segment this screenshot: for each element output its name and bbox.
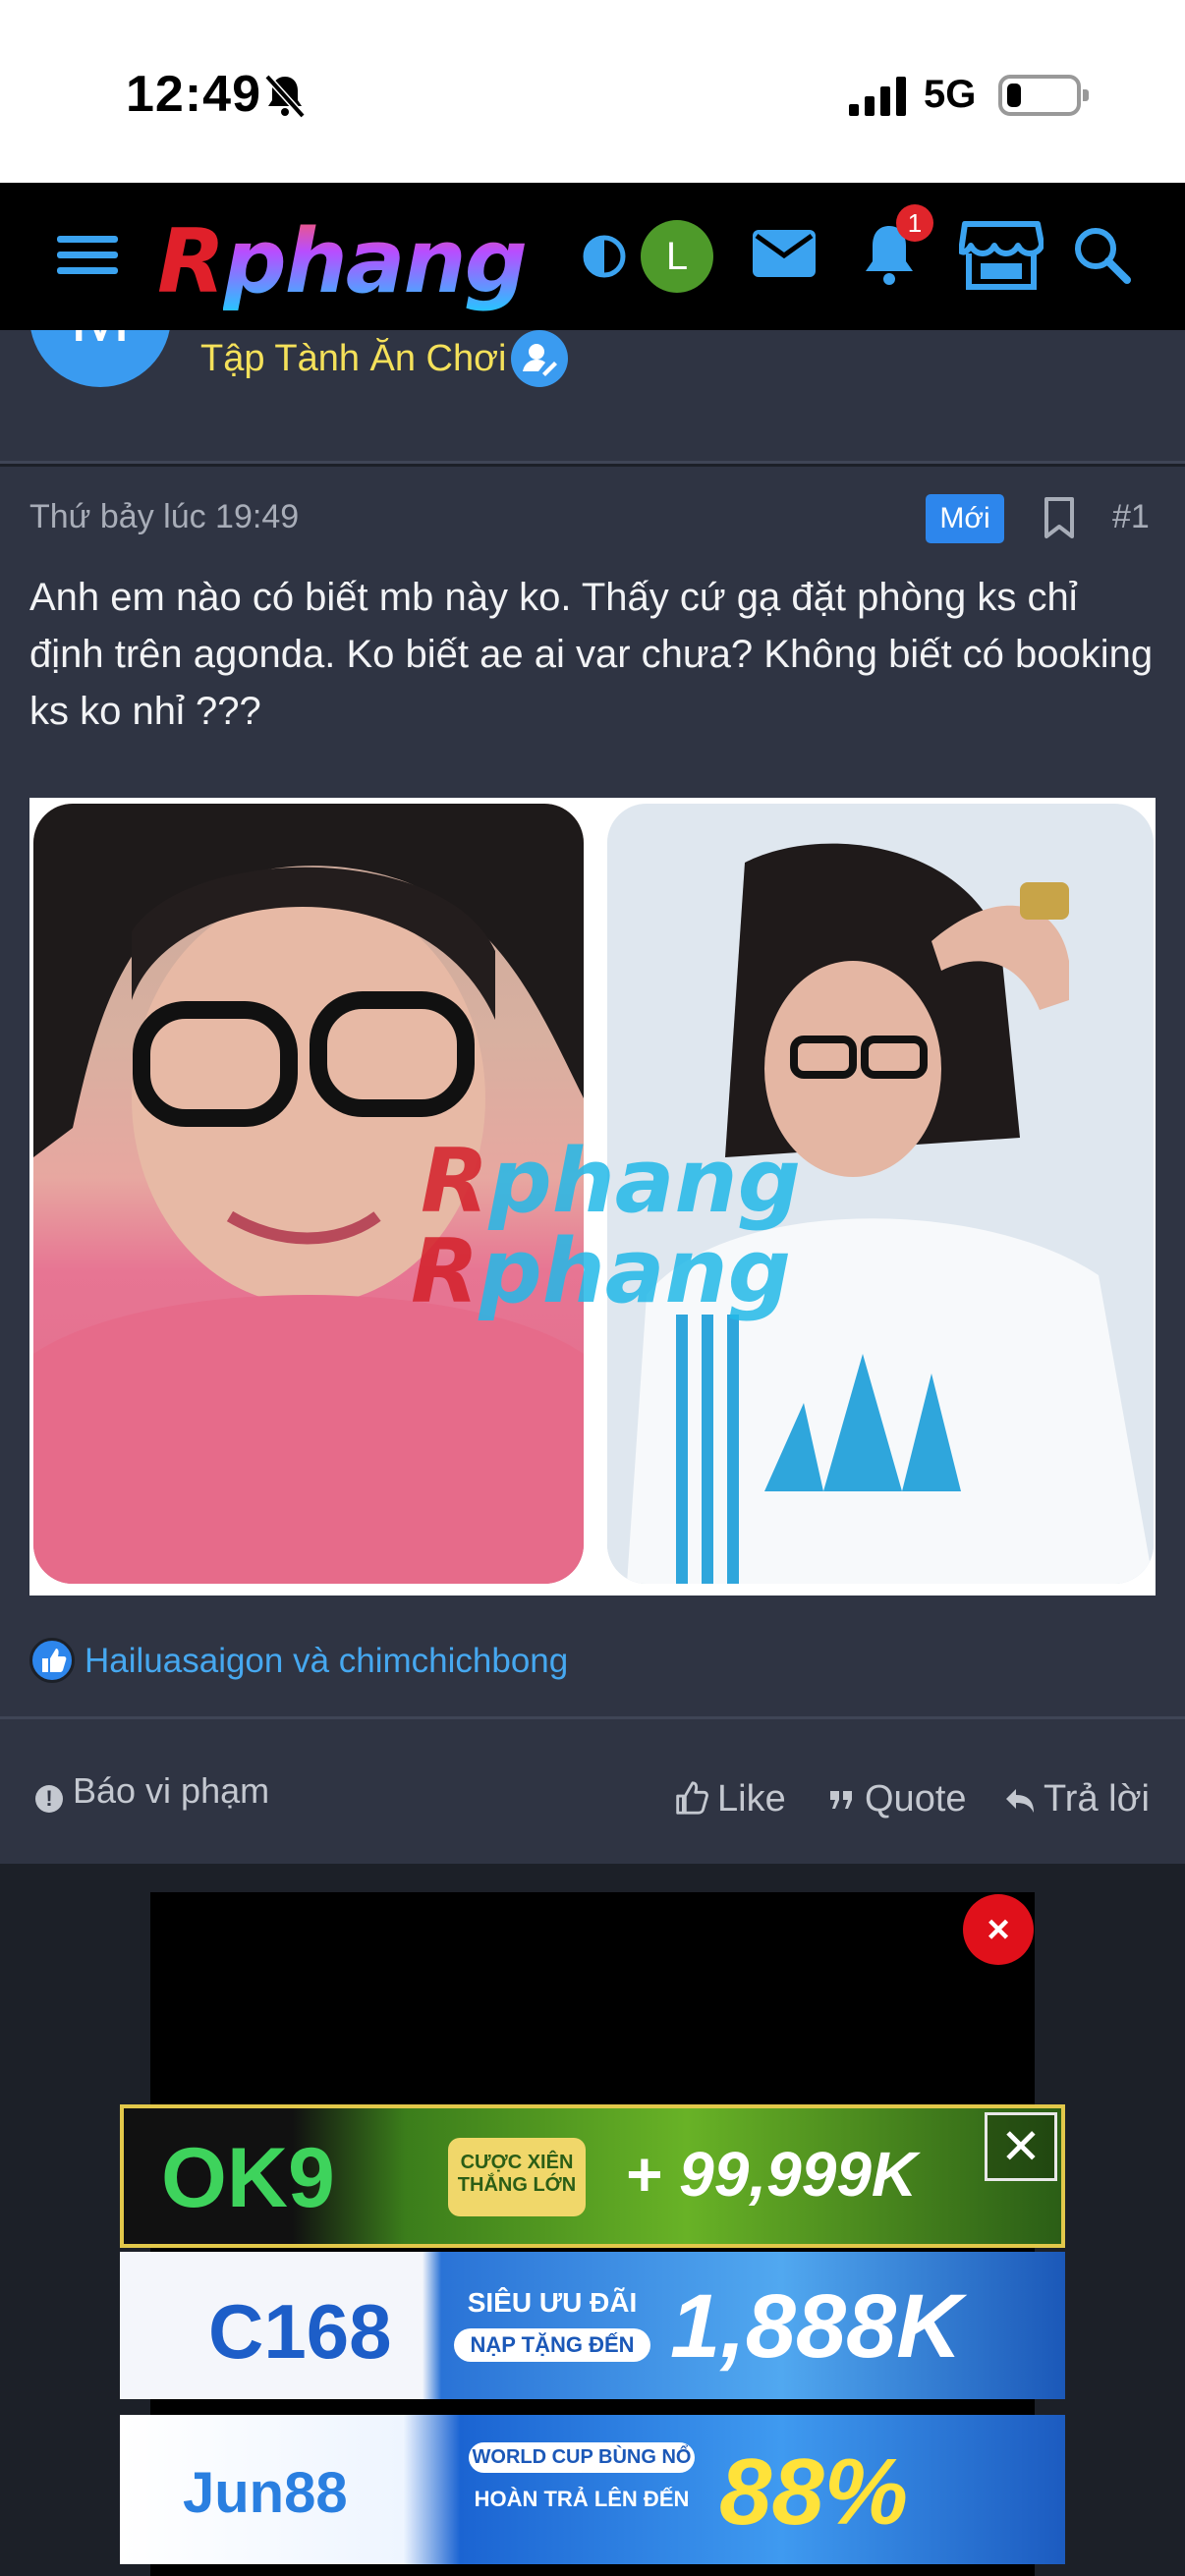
- c168-logo: C168: [208, 2288, 392, 2375]
- verified-user-icon: [511, 330, 568, 387]
- ok9-logo: OK9: [161, 2131, 335, 2225]
- post-body: Anh em nào có biết mb này ko. Thấy cứ gạ…: [29, 576, 1154, 733]
- thread-header: M Tập Tành Ăn Chơi: [0, 330, 1185, 464]
- post: Thứ bảy lúc 19:49 Mới #1 Anh em nào có b…: [0, 467, 1185, 1864]
- ad-close-button[interactable]: ×: [963, 1894, 1034, 1965]
- c168-tag: SIÊU ƯU ĐÃI NẠP TẶNG ĐẾN: [454, 2271, 650, 2380]
- mail-icon[interactable]: [753, 228, 816, 279]
- contrast-icon[interactable]: [582, 234, 627, 279]
- image-watermark: Rphang Rphang: [411, 1130, 802, 1323]
- signal-icon: [849, 77, 906, 116]
- notification-badge: 1: [896, 204, 933, 242]
- ad-banner-c168[interactable]: C168 SIÊU ƯU ĐÃI NẠP TẶNG ĐẾN 1,888K: [120, 2252, 1065, 2399]
- c168-amount: 1,888K: [670, 2276, 962, 2377]
- reply-arrow-icon: [1006, 1789, 1034, 1813]
- reply-button[interactable]: Trả lời: [1004, 1778, 1150, 1820]
- ad-banner-ok9[interactable]: OK9 CƯỢC XIÊN THẮNG LỚN + 99,999K: [120, 2104, 1065, 2248]
- post-date[interactable]: Thứ bảy lúc 19:49: [29, 498, 299, 536]
- thread-starter-name[interactable]: Tập Tành Ăn Chơi: [200, 338, 507, 380]
- reactions-users[interactable]: Hailuasaigon và chimchichbong: [85, 1642, 568, 1681]
- top-nav: Rphang L 1: [0, 183, 1185, 330]
- like-button[interactable]: Like: [672, 1778, 786, 1820]
- bookmark-icon[interactable]: [1042, 496, 1077, 539]
- site-logo[interactable]: Rphang: [157, 210, 528, 313]
- search-icon[interactable]: [1071, 224, 1132, 285]
- status-bar: 12:49 5G: [0, 0, 1185, 183]
- quote-button[interactable]: Quote: [827, 1778, 967, 1820]
- battery-icon: [998, 75, 1089, 116]
- thread-starter-avatar[interactable]: M: [29, 330, 171, 387]
- ok9-tag: CƯỢC XIÊN THẮNG LỚN: [448, 2138, 586, 2216]
- menu-icon[interactable]: [57, 228, 118, 283]
- alert-icon: !: [35, 1785, 63, 1813]
- bell-slash-icon: [264, 74, 306, 118]
- post-number[interactable]: #1: [1112, 498, 1150, 536]
- post-image[interactable]: Rphang Rphang: [29, 798, 1156, 1596]
- thumbs-up-icon: [29, 1638, 75, 1683]
- jun88-tag: WORLD CUP BÙNG NỔ HOÀN TRẢ LÊN ĐẾN: [469, 2442, 695, 2541]
- jun88-amount: 88%: [719, 2439, 909, 2545]
- ad-banner-jun88[interactable]: Jun88 WORLD CUP BÙNG NỔ HOÀN TRẢ LÊN ĐẾN…: [120, 2415, 1065, 2564]
- new-badge: Mới: [926, 494, 1004, 543]
- banner-close-button[interactable]: ✕: [985, 2112, 1057, 2181]
- quote-icon: [830, 1791, 852, 1809]
- report-button[interactable]: ! Báo vi phạm: [35, 1770, 269, 1813]
- status-time: 12:49: [126, 66, 261, 123]
- post-actions: ! Báo vi phạm Like Quote Trả lời: [0, 1716, 1185, 1864]
- store-icon[interactable]: [959, 220, 1044, 291]
- user-avatar[interactable]: L: [641, 220, 713, 293]
- network-type: 5G: [924, 73, 977, 116]
- ok9-amount: + 99,999K: [625, 2139, 918, 2210]
- thumbs-up-outline-icon: [676, 1781, 708, 1815]
- jun88-logo: Jun88: [183, 2461, 348, 2525]
